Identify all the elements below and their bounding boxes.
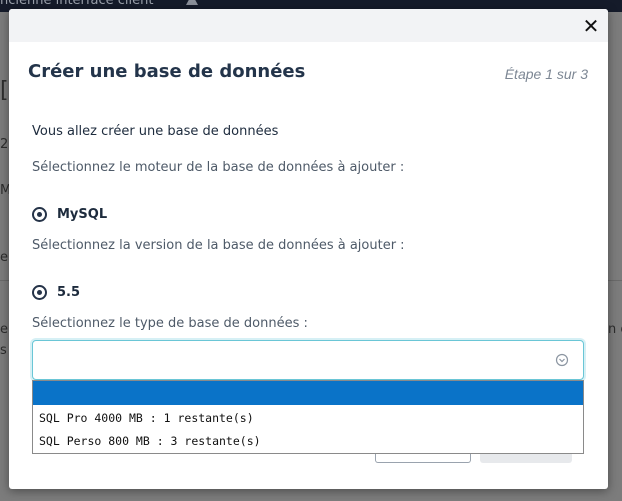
background-divider	[0, 280, 9, 281]
radio-selected-icon[interactable]	[32, 284, 47, 300]
dropdown-option-sql-pro[interactable]: SQL Pro 4000 MB : 1 restante(s)	[33, 406, 583, 430]
engine-radio-mysql[interactable]: MySQL	[32, 205, 107, 223]
modal-header-bar: ✕	[9, 9, 608, 42]
version-radio-5-5[interactable]: 5.5	[32, 283, 80, 301]
background-text-fragment: [	[0, 78, 9, 103]
step-indicator: Étape 1 sur 3	[504, 66, 588, 82]
background-divider	[608, 280, 622, 281]
database-type-dropdown-list: SQL Pro 4000 MB : 1 restante(s) SQL Pers…	[32, 380, 584, 454]
engine-label: Sélectionnez le moteur de la base de don…	[32, 160, 405, 175]
version-label: Sélectionnez la version de la base de do…	[32, 238, 405, 253]
background-text-fragment: s	[0, 343, 7, 358]
close-icon[interactable]: ✕	[579, 14, 603, 38]
dropdown-option-sql-perso[interactable]: SQL Perso 800 MB : 3 restante(s)	[33, 429, 583, 453]
background-text-fragment: e	[0, 250, 8, 265]
intro-text: Vous allez créer une base de données	[32, 124, 279, 139]
warning-icon	[186, 0, 198, 5]
background-text-fragment: n c	[608, 322, 622, 337]
background-text-fragment: e	[0, 322, 8, 337]
version-radio-label: 5.5	[57, 284, 81, 300]
create-database-modal: ✕ Créer une base de données Étape 1 sur …	[9, 9, 608, 489]
radio-selected-icon[interactable]	[32, 206, 47, 222]
dropdown-option-empty[interactable]	[33, 381, 583, 405]
database-type-select[interactable]	[32, 340, 584, 380]
chevron-down-icon	[555, 353, 569, 367]
modal-title: Créer une base de données	[28, 61, 306, 82]
engine-radio-label: MySQL	[57, 206, 108, 222]
type-label: Sélectionnez le type de base de données …	[32, 316, 308, 331]
background-topbar-text: ncienne interface client	[0, 0, 154, 8]
